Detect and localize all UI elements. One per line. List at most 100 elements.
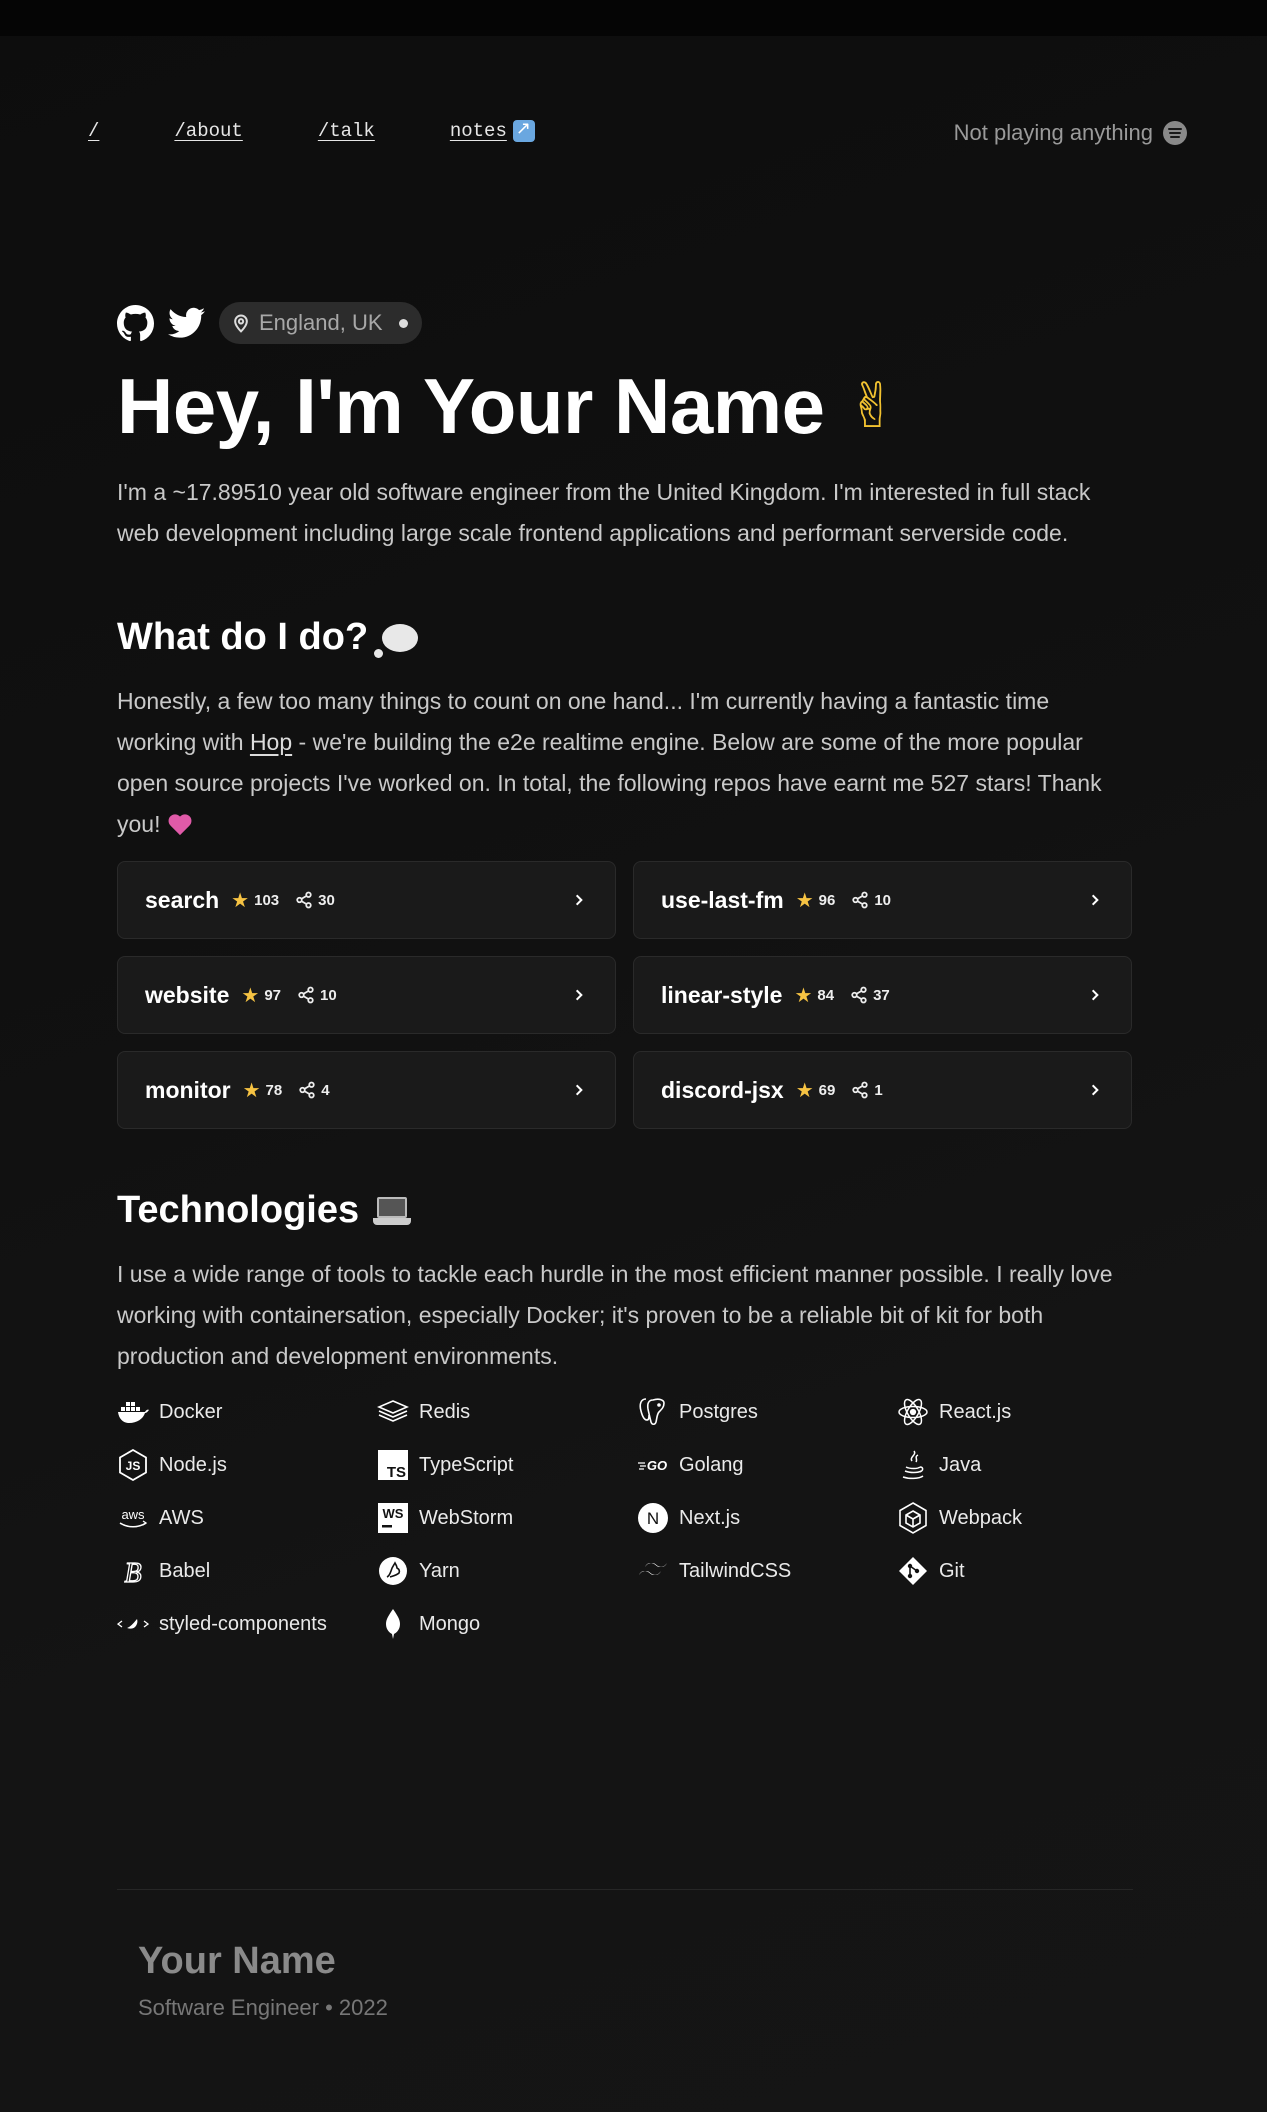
page-title-text: Hey, I'm Your Name [117, 362, 825, 450]
tailwind-icon [637, 1555, 669, 1587]
hop-link[interactable]: Hop [250, 729, 292, 755]
tech-label: Webpack [939, 1506, 1023, 1529]
tech-item: styled-components [117, 1607, 377, 1641]
repo-forks: 1 [851, 1081, 883, 1099]
nextjs-icon-text: N [647, 1509, 659, 1528]
external-link-icon [512, 118, 535, 142]
spotify-icon [1163, 121, 1187, 145]
tech-label: Git [939, 1559, 965, 1582]
tech-item: N Next.js [637, 1501, 897, 1535]
tech-item: Postgres [637, 1395, 897, 1429]
postgres-icon [637, 1396, 669, 1428]
victory-hand-icon: ✌ [846, 369, 898, 442]
tech-label: TailwindCSS [679, 1559, 792, 1582]
star-icon: ★ [231, 888, 250, 912]
repo-stars: ★ 78 [243, 1078, 283, 1102]
tech-item: Docker [117, 1395, 377, 1429]
repo-card[interactable]: search ★ 103 30 [117, 861, 616, 939]
babel-icon-text: B [124, 1558, 141, 1586]
repo-card[interactable]: discord-jsx ★ 69 1 [633, 1051, 1132, 1129]
redis-icon [377, 1396, 409, 1428]
footer-subtitle: Software Engineer • 2022 [138, 1995, 388, 2020]
tech-label: Redis [419, 1400, 471, 1423]
tech-label: React.js [939, 1400, 1012, 1423]
tech-item: React.js [897, 1395, 1133, 1429]
tech-item: TailwindCSS [637, 1554, 897, 1588]
repo-stars: ★ 97 [241, 983, 281, 1007]
tech-item: Java [897, 1448, 1133, 1482]
repo-card[interactable]: linear-style ★ 84 37 [633, 956, 1132, 1034]
nav-notes-link[interactable]: notes [449, 118, 535, 142]
repo-stars-count: 84 [817, 986, 835, 1004]
tech-item: Redis [377, 1395, 637, 1429]
nav-talk-link[interactable]: /talk [318, 120, 375, 142]
tech-label: Mongo [419, 1612, 481, 1635]
repo-stars-count: 103 [254, 891, 280, 909]
what-heading: What do I do? [117, 616, 1133, 659]
share-icon [851, 986, 867, 1004]
share-icon [852, 891, 868, 909]
repo-card[interactable]: monitor ★ 78 4 [117, 1051, 616, 1129]
yarn-icon [377, 1555, 409, 1587]
social-row: England, UK [117, 302, 1133, 344]
tech-label: Golang [679, 1453, 744, 1476]
status-dot [398, 318, 408, 328]
repo-forks: 30 [295, 891, 335, 909]
svg-text:JS: JS [126, 1459, 141, 1473]
nodejs-icon: JS [117, 1449, 149, 1481]
nav-notes-label: notes [449, 120, 507, 142]
tech-label: Docker [159, 1400, 223, 1423]
repo-forks-count: 10 [320, 986, 337, 1004]
tech-item: Webpack [897, 1501, 1133, 1535]
webstorm-icon-text: WS [383, 1506, 404, 1521]
now-playing: Not playing anything [954, 120, 1187, 146]
location-text: England, UK [259, 310, 383, 335]
golang-icon-text: GO [647, 1458, 667, 1473]
star-icon: ★ [795, 888, 814, 912]
repo-stars: ★ 96 [796, 888, 836, 912]
share-icon [296, 891, 312, 909]
tech-label: AWS [159, 1506, 204, 1529]
repo-forks: 10 [297, 986, 337, 1004]
chevron-right-icon [1085, 985, 1105, 1005]
repo-stars-count: 78 [265, 1081, 283, 1099]
repo-forks: 4 [298, 1081, 330, 1099]
tech-item: TS TypeScript [377, 1448, 637, 1482]
repo-grid: search ★ 103 30 use-last-fm ★ 96 10 websit… [117, 861, 1133, 1129]
repo-forks-count: 10 [874, 891, 892, 909]
nav-about-link[interactable]: /about [174, 120, 242, 142]
technologies-heading-text: Technologies [117, 1189, 360, 1231]
typescript-icon-text: TS [387, 1464, 406, 1480]
footer: Your Name Software Engineer • 2022 [138, 1940, 388, 2021]
github-icon[interactable] [117, 304, 154, 342]
repo-forks: 10 [851, 891, 891, 909]
nav-home-link[interactable]: / [88, 120, 99, 142]
star-icon: ★ [241, 983, 260, 1007]
map-pin-icon [234, 314, 248, 333]
tech-label: Node.js [159, 1453, 227, 1476]
share-icon [852, 1081, 868, 1099]
twitter-icon[interactable] [168, 305, 205, 342]
repo-forks-count: 1 [874, 1081, 883, 1099]
repo-name: website [145, 981, 230, 1008]
share-icon [298, 986, 314, 1004]
tech-label: styled-components [159, 1612, 327, 1635]
repo-card[interactable]: website ★ 97 10 [117, 956, 616, 1034]
tech-label: Postgres [679, 1400, 758, 1423]
heart-icon [167, 815, 193, 837]
chevron-right-icon [1085, 1080, 1105, 1100]
what-text: Honestly, a few too many things to count… [117, 681, 1133, 845]
repo-name: linear-style [661, 981, 783, 1008]
repo-name: use-last-fm [661, 886, 784, 913]
tech-item: JS Node.js [117, 1448, 377, 1482]
babel-icon: B [117, 1555, 149, 1587]
webstorm-icon: WS [377, 1502, 409, 1534]
browser-top-bar [0, 0, 1267, 36]
what-heading-text: What do I do? [117, 616, 369, 658]
repo-card[interactable]: use-last-fm ★ 96 10 [633, 861, 1132, 939]
repo-forks-count: 37 [873, 986, 890, 1004]
repo-forks-count: 4 [321, 1081, 330, 1099]
git-icon [897, 1555, 929, 1587]
chevron-right-icon [569, 1080, 589, 1100]
now-playing-text: Not playing anything [953, 120, 1153, 145]
